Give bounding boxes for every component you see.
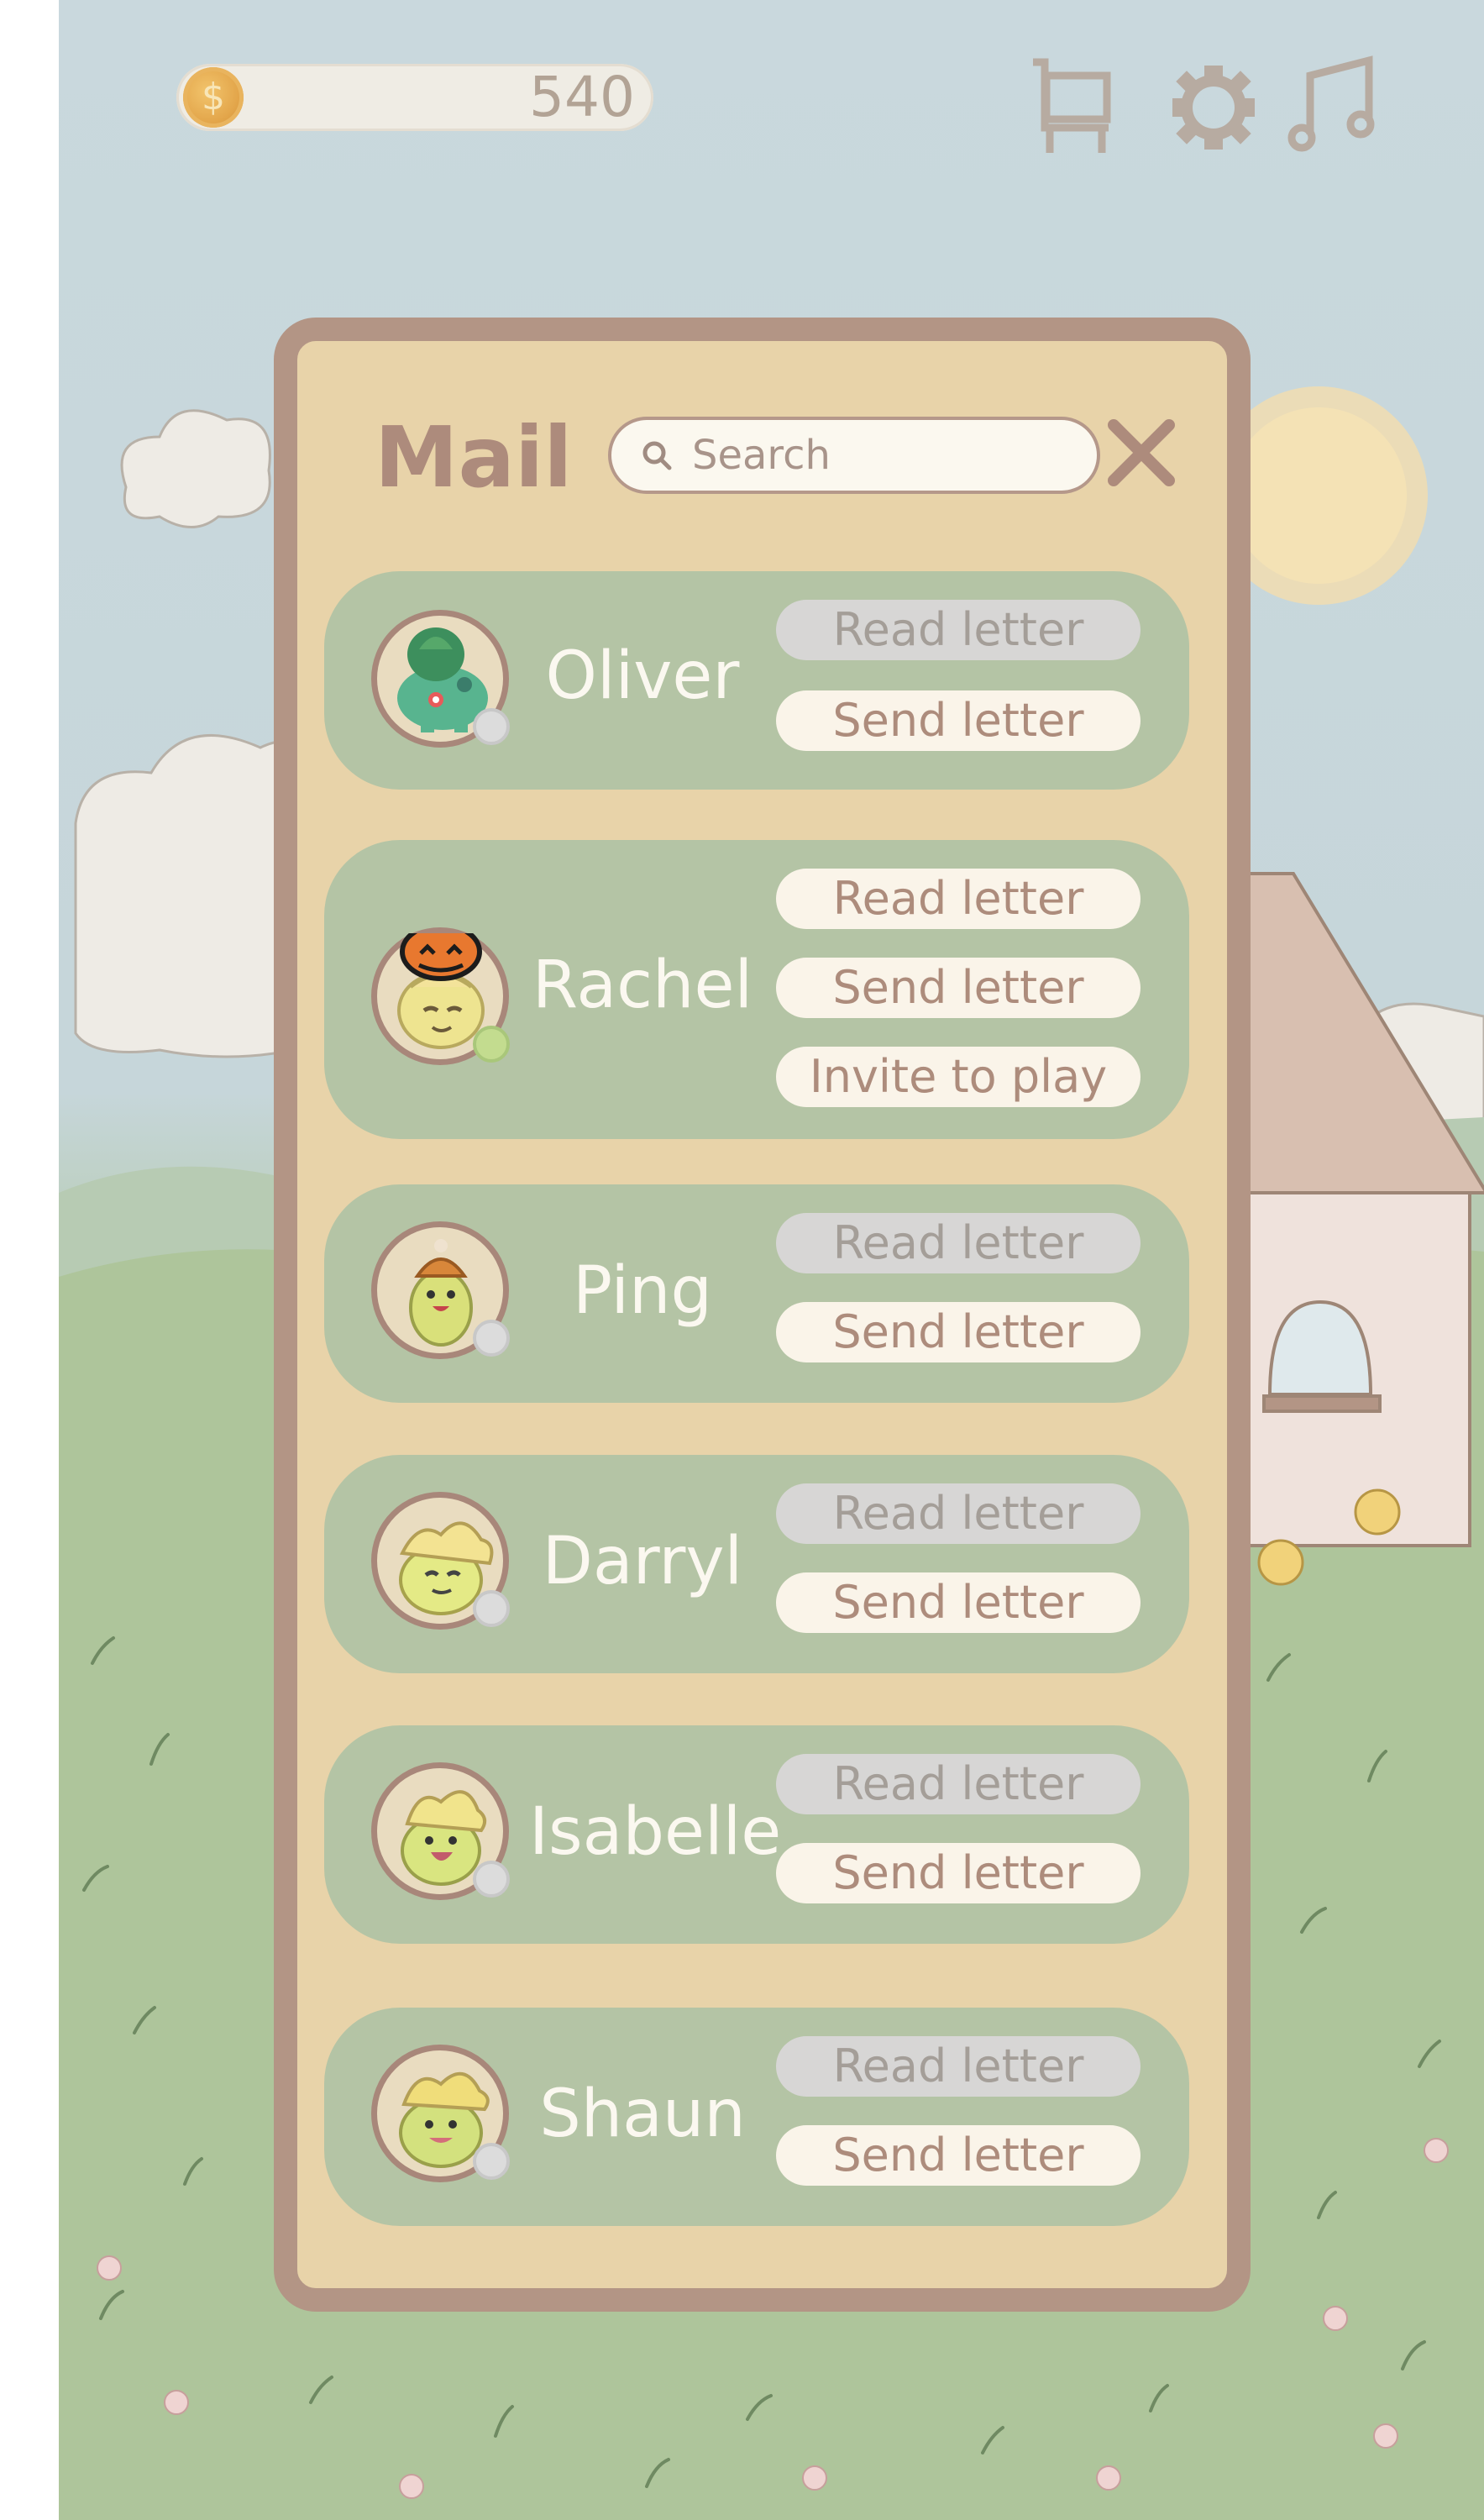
friend-name: Isabelle <box>529 1794 782 1870</box>
avatar-isabelle[interactable] <box>371 1762 510 1900</box>
invite-to-play-button[interactable]: Invite to play <box>776 1047 1141 1107</box>
search-icon <box>642 441 672 470</box>
status-indicator <box>473 1590 510 1627</box>
friend-name: Rachel <box>532 948 753 1023</box>
friend-card-rachel: Rachel Read letter Send letter Invite to… <box>324 840 1189 1139</box>
send-letter-button[interactable]: Send letter <box>776 690 1141 751</box>
send-letter-button[interactable]: Send letter <box>776 2125 1141 2186</box>
mail-title: Mail <box>375 408 573 507</box>
friend-card-ping: Ping Read letter Send letter <box>324 1184 1189 1403</box>
status-indicator <box>473 1026 510 1063</box>
read-letter-button[interactable]: Read letter <box>776 1213 1141 1273</box>
friend-card-darryl: Darryl Read letter Send letter <box>324 1455 1189 1673</box>
send-letter-button[interactable]: Send letter <box>776 958 1141 1018</box>
read-letter-button[interactable]: Read letter <box>776 1483 1141 1544</box>
settings-gear-icon[interactable] <box>1167 57 1260 158</box>
status-indicator <box>473 2143 510 2180</box>
friend-card-isabelle: Isabelle Read letter Send letter <box>324 1725 1189 1944</box>
avatar-darryl[interactable] <box>371 1492 510 1630</box>
friend-name: Ping <box>573 1253 712 1329</box>
friend-card-shaun: Shaun Read letter Send letter <box>324 2008 1189 2226</box>
game-background: $ 540 Mail Search Oliver Read letter Sen… <box>59 0 1484 2520</box>
avatar-ping[interactable] <box>371 1221 510 1359</box>
friend-name: Darryl <box>542 1524 743 1599</box>
avatar-rachel[interactable] <box>371 927 510 1065</box>
music-note-icon[interactable] <box>1285 54 1377 155</box>
friend-name: Shaun <box>539 2076 746 2152</box>
send-letter-button[interactable]: Send letter <box>776 1572 1141 1633</box>
search-placeholder: Search <box>692 432 831 479</box>
read-letter-button[interactable]: Read letter <box>776 2036 1141 2097</box>
send-letter-button[interactable]: Send letter <box>776 1843 1141 1903</box>
coin-count: 540 <box>529 65 635 129</box>
coin-counter: $ 540 <box>176 64 653 131</box>
coin-icon: $ <box>183 67 244 128</box>
read-letter-button[interactable]: Read letter <box>776 869 1141 929</box>
read-letter-button[interactable]: Read letter <box>776 1754 1141 1814</box>
friend-card-oliver: Oliver Read letter Send letter <box>324 571 1189 790</box>
read-letter-button[interactable]: Read letter <box>776 600 1141 660</box>
friend-name: Oliver <box>545 638 740 714</box>
status-indicator <box>473 708 510 745</box>
send-letter-button[interactable]: Send letter <box>776 1302 1141 1362</box>
avatar-shaun[interactable] <box>371 2045 510 2182</box>
status-indicator <box>473 1320 510 1357</box>
search-input[interactable]: Search <box>608 417 1100 494</box>
shop-cart-icon[interactable] <box>1025 57 1117 158</box>
close-icon[interactable] <box>1104 415 1179 491</box>
mail-panel: Mail Search Oliver Read letter Send lett… <box>274 318 1251 2312</box>
avatar-oliver[interactable] <box>371 610 510 748</box>
status-indicator <box>473 1861 510 1898</box>
